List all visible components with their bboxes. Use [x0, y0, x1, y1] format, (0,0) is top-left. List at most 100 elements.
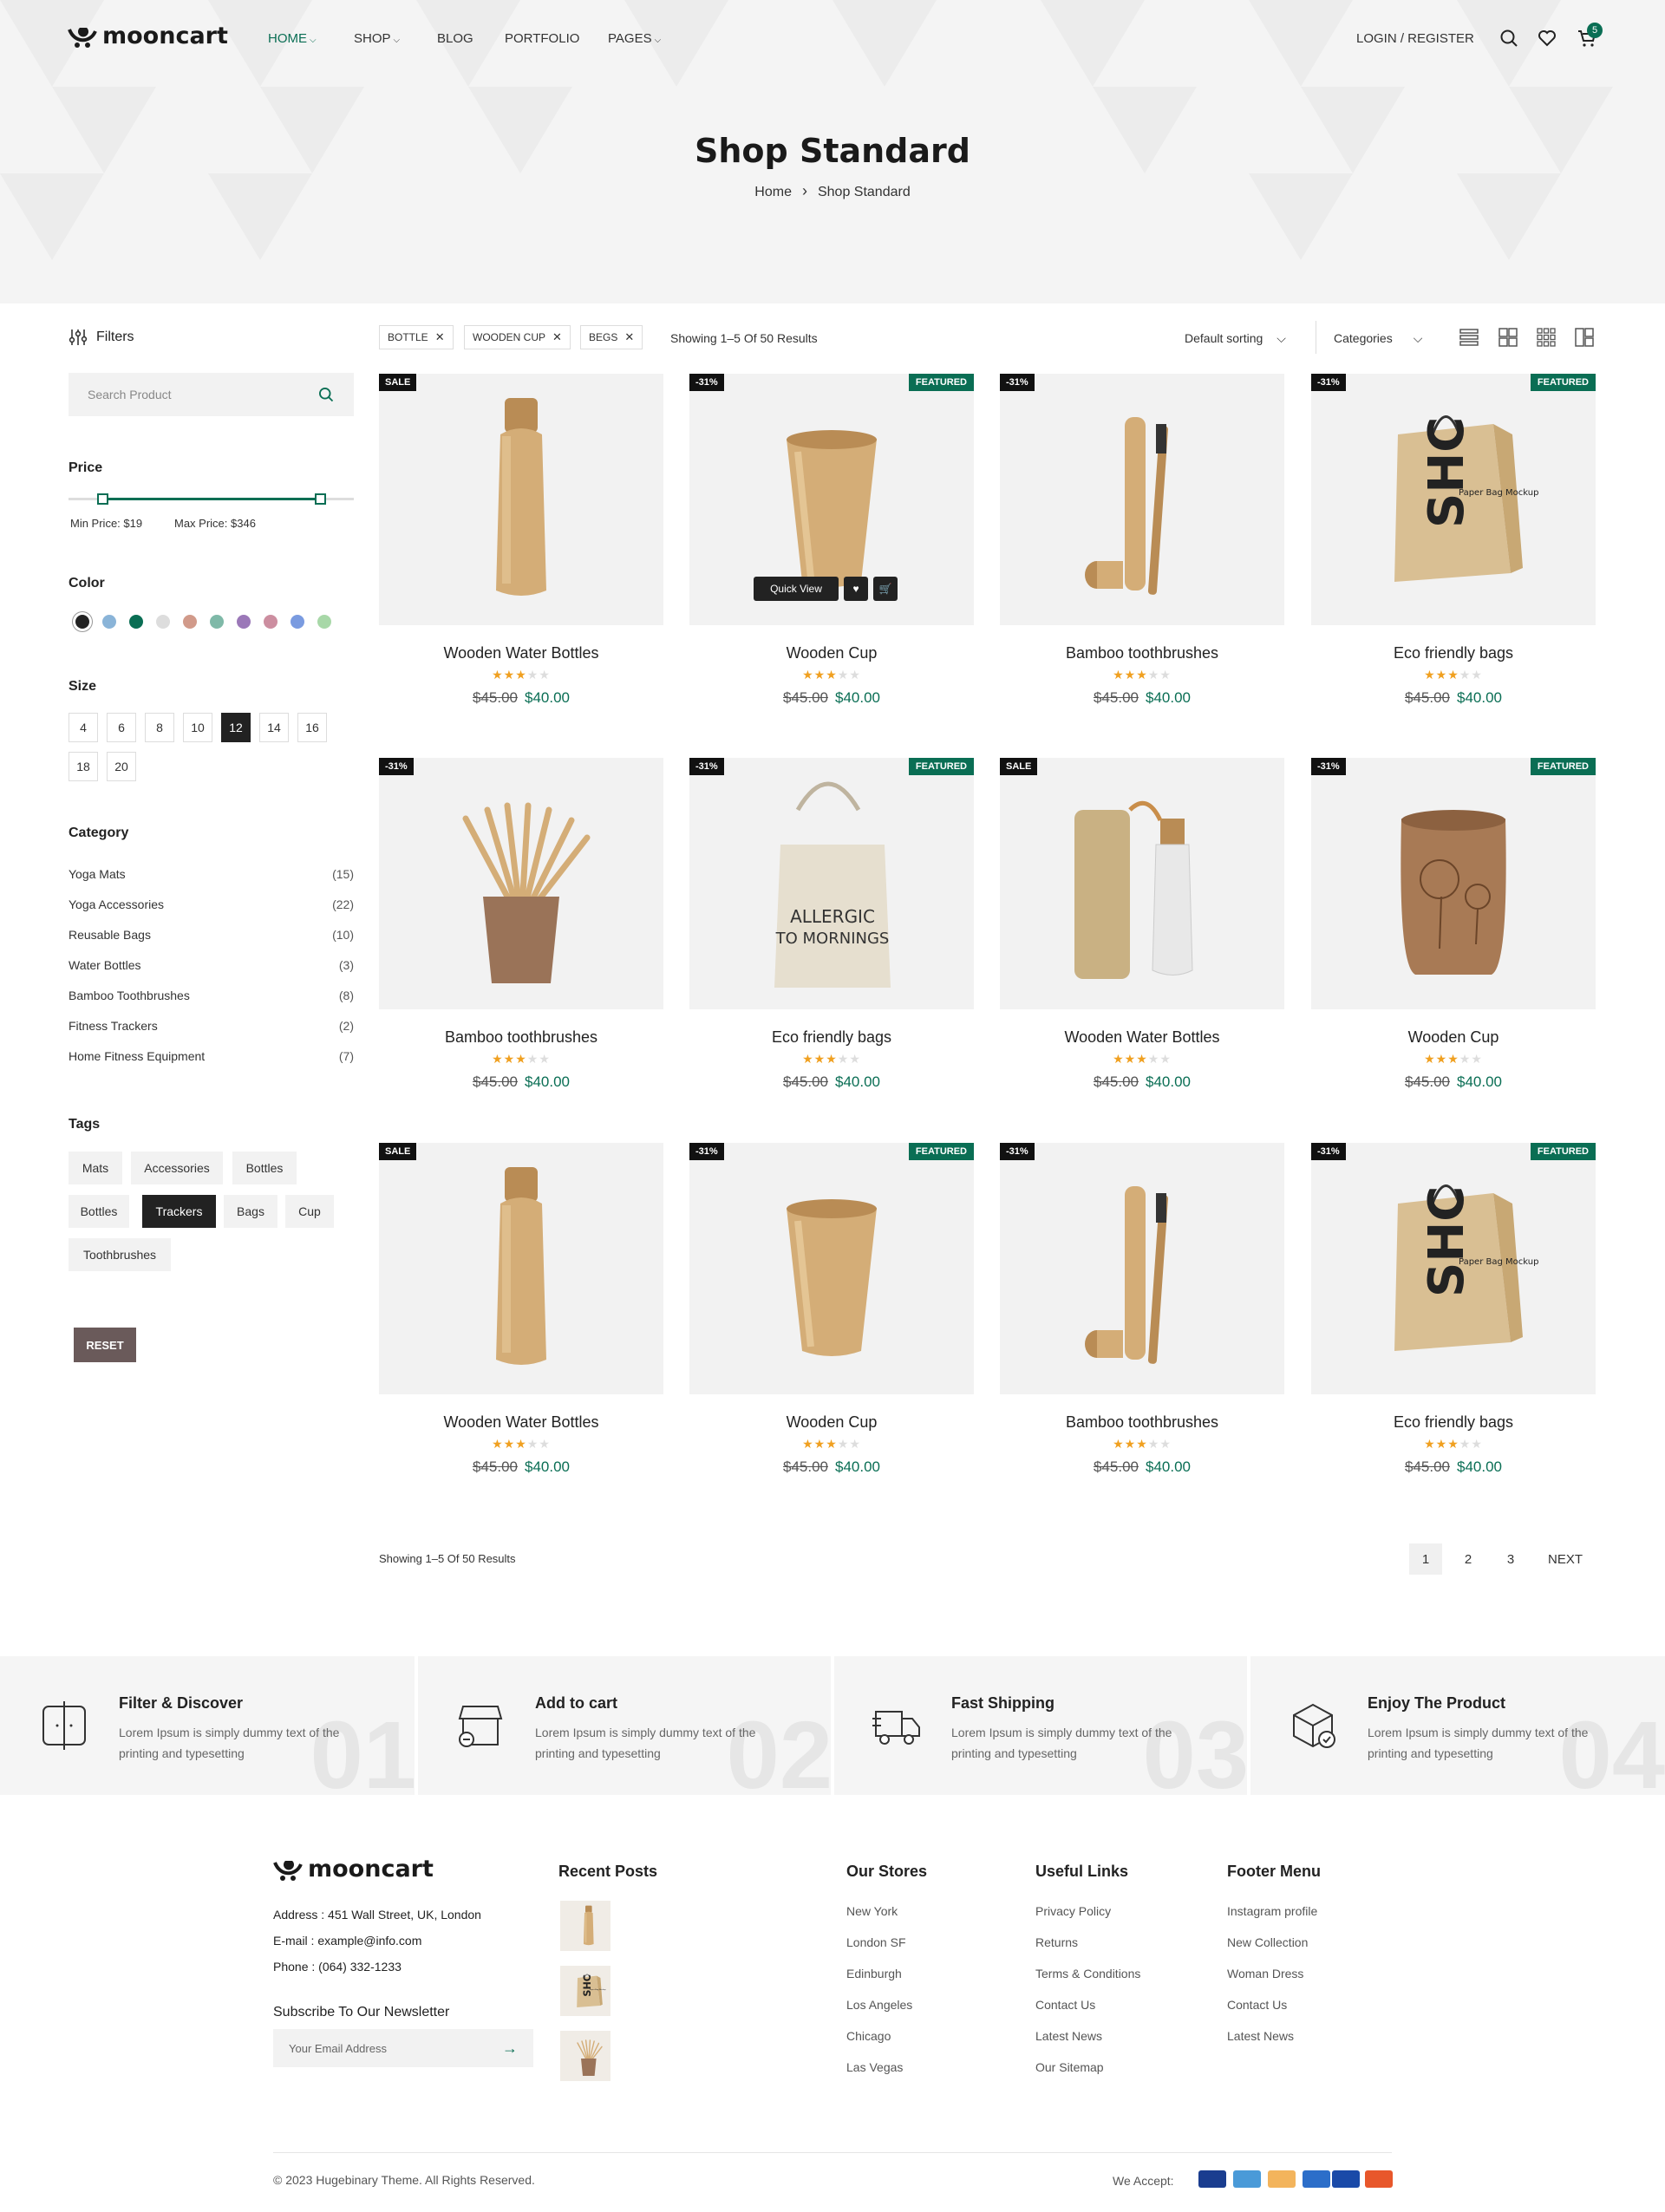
- product-card[interactable]: SALE Wooden Water Bottles ★★★★★ $45.00 $40.0…: [379, 374, 663, 707]
- footer-link[interactable]: Las Vegas: [846, 2060, 903, 2074]
- color-swatch[interactable]: [317, 615, 331, 629]
- footer-link[interactable]: New Collection: [1227, 1935, 1308, 1949]
- grid-2-view-icon[interactable]: [1498, 328, 1518, 347]
- size-option[interactable]: 8: [145, 713, 174, 742]
- tag-item[interactable]: Bags: [224, 1195, 278, 1228]
- sorting-select[interactable]: Default sorting ⌵: [1185, 331, 1286, 346]
- size-option[interactable]: 6: [107, 713, 136, 742]
- product-image[interactable]: SALE: [1000, 758, 1284, 1009]
- nav-shop[interactable]: SHOP ⌵: [354, 31, 400, 46]
- search-icon[interactable]: [1498, 28, 1519, 49]
- tag-item[interactable]: Bottles: [69, 1195, 129, 1228]
- color-swatch[interactable]: [102, 615, 116, 629]
- newsletter-email-field[interactable]: Your Email Address →: [273, 2029, 533, 2067]
- product-name[interactable]: Bamboo toothbrushes: [379, 1028, 663, 1047]
- size-option[interactable]: 18: [69, 752, 98, 781]
- color-swatch[interactable]: [129, 615, 143, 629]
- product-name[interactable]: Wooden Water Bottles: [1000, 1028, 1284, 1047]
- color-swatch[interactable]: [183, 615, 197, 629]
- product-image[interactable]: -31%: [1000, 1143, 1284, 1394]
- brand-logo[interactable]: mooncart: [68, 23, 228, 49]
- product-image[interactable]: SHC Paper Bag Mockup -31% FEATURED: [1311, 374, 1596, 625]
- masonry-view-icon[interactable]: [1575, 328, 1594, 347]
- product-card[interactable]: ALLERGIC TO MORNINGS -31% FEATURED Eco frien…: [689, 758, 974, 1091]
- product-card[interactable]: -31% Bamboo toothbrushes ★★★★★ $45.00 $40.00: [1000, 374, 1284, 707]
- tag-item[interactable]: Cup: [285, 1195, 334, 1228]
- product-card[interactable]: SHC Paper Bag Mockup -31% FEATURED Eco frien…: [1311, 1143, 1596, 1476]
- footer-link[interactable]: Woman Dress: [1227, 1967, 1303, 1980]
- product-image[interactable]: -31%: [1000, 374, 1284, 625]
- wishlist-heart-icon[interactable]: ♥: [844, 577, 868, 601]
- categories-select[interactable]: Categories ⌵: [1334, 331, 1422, 346]
- quick-view-button[interactable]: Quick View: [754, 577, 839, 601]
- product-card[interactable]: SALE Wooden Water Bottles ★★★★★ $45.00 $40.0…: [1000, 758, 1284, 1091]
- post-thumbnail[interactable]: [560, 2031, 610, 2081]
- product-card[interactable]: SHC Paper Bag Mockup -31% FEATURED Eco frien…: [1311, 374, 1596, 707]
- price-slider-track[interactable]: [69, 493, 354, 505]
- product-card[interactable]: -31% Bamboo toothbrushes ★★★★★ $45.00 $40.00: [1000, 1143, 1284, 1476]
- size-option[interactable]: 14: [259, 713, 289, 742]
- product-image[interactable]: -31% FEATURED Quick View ♥ 🛒: [689, 374, 974, 625]
- add-to-cart-icon[interactable]: 🛒: [873, 577, 898, 601]
- breadcrumb-home[interactable]: Home: [754, 185, 792, 199]
- grid-3-view-icon[interactable]: [1537, 328, 1556, 347]
- footer-link[interactable]: Instagram profile: [1227, 1904, 1317, 1918]
- footer-link[interactable]: Chicago: [846, 2029, 891, 2043]
- footer-link[interactable]: New York: [846, 1904, 898, 1918]
- product-name[interactable]: Wooden Water Bottles: [379, 1413, 663, 1432]
- category-item[interactable]: Bamboo Toothbrushes (8): [69, 989, 354, 1002]
- product-image[interactable]: -31% FEATURED: [1311, 758, 1596, 1009]
- next-page-button[interactable]: NEXT: [1539, 1543, 1591, 1575]
- nav-home[interactable]: HOME ⌵: [268, 31, 317, 46]
- nav-blog[interactable]: BLOG: [437, 31, 473, 46]
- size-option[interactable]: 20: [107, 752, 136, 781]
- category-item[interactable]: Reusable Bags (10): [69, 928, 354, 942]
- tag-item[interactable]: Trackers: [142, 1195, 216, 1228]
- page-3-button[interactable]: 3: [1494, 1543, 1527, 1575]
- product-name[interactable]: Bamboo toothbrushes: [1000, 644, 1284, 662]
- price-min-handle[interactable]: [97, 493, 109, 505]
- footer-link[interactable]: Terms & Conditions: [1035, 1967, 1140, 1980]
- close-icon[interactable]: ✕: [552, 330, 562, 344]
- footer-link[interactable]: Latest News: [1035, 2029, 1102, 2043]
- size-option[interactable]: 12: [221, 713, 251, 742]
- product-card[interactable]: -31% FEATURED Wooden Cup ★★★★★ $45.00 $40.00: [689, 1143, 974, 1476]
- nav-portfolio[interactable]: PORTFOLIO: [505, 31, 579, 46]
- filter-chip[interactable]: WOODEN CUP ✕: [464, 325, 571, 349]
- category-item[interactable]: Yoga Mats (15): [69, 867, 354, 881]
- tag-item[interactable]: Toothbrushes: [69, 1238, 171, 1271]
- product-image[interactable]: SALE: [379, 1143, 663, 1394]
- color-swatch[interactable]: [210, 615, 224, 629]
- tag-item[interactable]: Accessories: [131, 1152, 223, 1184]
- product-name[interactable]: Wooden Water Bottles: [379, 644, 663, 662]
- footer-link[interactable]: London SF: [846, 1935, 906, 1949]
- product-image[interactable]: ALLERGIC TO MORNINGS -31% FEATURED: [689, 758, 974, 1009]
- footer-link[interactable]: Los Angeles: [846, 1998, 912, 2012]
- size-option[interactable]: 4: [69, 713, 98, 742]
- price-max-handle[interactable]: [314, 493, 326, 505]
- product-image[interactable]: -31%: [379, 758, 663, 1009]
- category-item[interactable]: Water Bottles (3): [69, 958, 354, 972]
- product-card[interactable]: SALE Wooden Water Bottles ★★★★★ $45.00 $40.0…: [379, 1143, 663, 1476]
- filters-toggle[interactable]: Filters: [69, 328, 134, 347]
- footer-link[interactable]: Contact Us: [1227, 1998, 1287, 2012]
- post-thumbnail[interactable]: [560, 1901, 610, 1951]
- footer-link[interactable]: Returns: [1035, 1935, 1078, 1949]
- size-option[interactable]: 10: [183, 713, 212, 742]
- page-2-button[interactable]: 2: [1452, 1543, 1485, 1575]
- product-image[interactable]: -31% FEATURED: [689, 1143, 974, 1394]
- heart-icon[interactable]: [1537, 28, 1557, 49]
- footer-link[interactable]: Our Sitemap: [1035, 2060, 1104, 2074]
- product-card[interactable]: -31% FEATURED Quick View ♥ 🛒 Wooden Cup ★★★★★ $…: [689, 374, 974, 707]
- category-item[interactable]: Home Fitness Equipment (7): [69, 1049, 354, 1063]
- close-icon[interactable]: ✕: [624, 330, 634, 344]
- product-name[interactable]: Eco friendly bags: [1311, 644, 1596, 662]
- product-name[interactable]: Wooden Cup: [1311, 1028, 1596, 1047]
- filter-chip[interactable]: BOTTLE ✕: [379, 325, 454, 349]
- color-swatch[interactable]: [75, 615, 89, 629]
- product-name[interactable]: Eco friendly bags: [1311, 1413, 1596, 1432]
- product-name[interactable]: Wooden Cup: [689, 644, 974, 662]
- product-name[interactable]: Bamboo toothbrushes: [1000, 1413, 1284, 1432]
- login-register-link[interactable]: LOGIN / REGISTER: [1356, 31, 1474, 46]
- reset-button[interactable]: RESET: [74, 1328, 136, 1362]
